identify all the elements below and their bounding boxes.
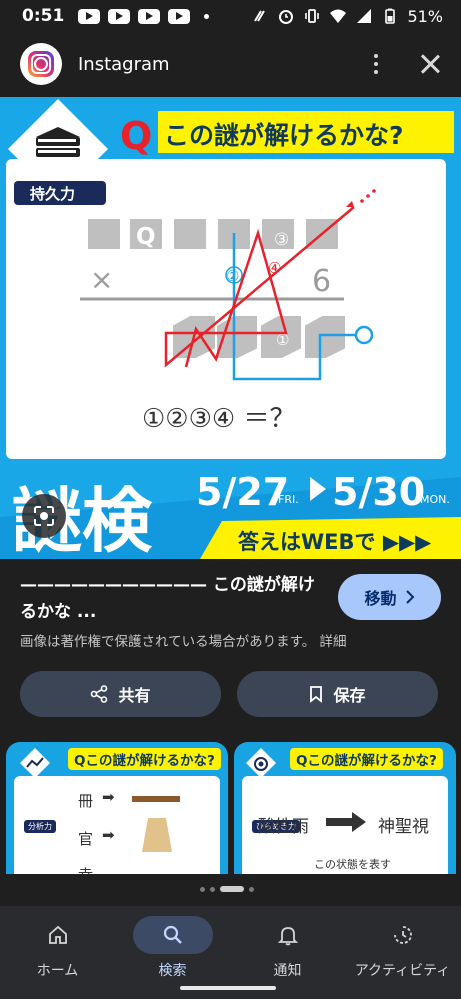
thumbnail-note: この状態を表す	[314, 858, 391, 871]
more-notifications-dot	[204, 13, 210, 19]
youtube-notification-icon	[108, 8, 131, 24]
nfc-icon	[254, 10, 266, 22]
bookmark-icon	[310, 686, 323, 703]
related-image-thumbnail[interactable]: Qこの謎が解けるかな? 分析力 冊 ➡ 官 ➡ 幸	[6, 742, 228, 874]
bell-icon	[277, 927, 298, 946]
ladder-icon	[132, 796, 180, 802]
main-image[interactable]: 持久力 Q この謎が解けるかな? Q ③ × 6 ② ④ ① ①②③④ ＝？ 謎…	[0, 97, 461, 559]
status-time: 0:51	[22, 6, 65, 26]
youtube-notification-icon	[78, 8, 101, 24]
arrow-right-icon	[326, 812, 366, 832]
nav-label-notifications: 通知	[273, 963, 302, 979]
chevron-right-icon	[405, 590, 414, 604]
thumbnail-headline: Qこの謎が解けるかな?	[68, 748, 221, 770]
copyright-notice[interactable]: 画像は著作権で保護されている場合があります。 詳細	[20, 630, 347, 650]
thumbnail-left-word: 酸性雨	[258, 817, 309, 837]
save-label: 保存	[333, 686, 366, 705]
thumbnail-right-word: 神聖視	[378, 817, 429, 837]
nav-item-home[interactable]: ホーム	[0, 916, 115, 980]
headline-q: Q	[120, 114, 152, 158]
battery-percent: 51%	[407, 6, 443, 26]
move-button-label: 移動	[364, 589, 397, 608]
equation: ①②③④ ＝？	[142, 404, 296, 434]
headline-text: この謎が解けるかな?	[164, 121, 404, 150]
app-title: Instagram	[78, 53, 170, 75]
date-start: 5/27	[196, 470, 289, 514]
pager-dot-active	[220, 886, 244, 892]
more-options-icon[interactable]	[371, 54, 381, 74]
figure-icon	[142, 818, 172, 852]
row-q: Q	[136, 224, 156, 250]
image-caption[interactable]: ——————————— この謎が解けるかな ...	[20, 572, 320, 626]
share-icon	[91, 685, 108, 703]
instagram-logo-icon	[20, 43, 62, 85]
system-icons: 51%	[251, 7, 443, 26]
thumbnail-headline: Qこの謎が解けるかな?	[290, 748, 443, 770]
thumbnail-row-2: 官	[78, 830, 94, 848]
nav-item-search[interactable]: 検索	[115, 916, 230, 980]
times-sign: ×	[90, 263, 113, 296]
close-icon[interactable]	[419, 53, 441, 75]
gesture-bar[interactable]	[180, 986, 276, 990]
puzzle-poster: 持久力 Q この謎が解けるかな? Q ③ × 6 ② ④ ① ①②③④ ＝？ 謎…	[0, 97, 461, 559]
vibrate-icon	[305, 9, 320, 23]
date-end: 5/30	[332, 470, 425, 514]
digit-six: 6	[312, 264, 331, 299]
signal-icon	[357, 9, 372, 23]
search-icon	[163, 925, 182, 944]
answer-banner: 答えはWEBで ▶▶▶	[238, 530, 432, 554]
lens-icon[interactable]	[22, 494, 66, 538]
move-button[interactable]: 移動	[338, 574, 441, 620]
chart-icon	[20, 748, 50, 778]
home-icon	[48, 925, 67, 944]
notification-icons	[78, 8, 210, 24]
save-button[interactable]: 保存	[237, 671, 438, 717]
arrow-icon: ➡	[102, 826, 115, 844]
share-label: 共有	[118, 686, 151, 705]
pager-dot	[210, 886, 215, 892]
nav-item-activity[interactable]: アクティビティ	[345, 916, 460, 980]
thumbnail-badge: 分析力	[24, 820, 56, 833]
pager-dot	[200, 886, 205, 892]
youtube-notification-icon	[138, 8, 161, 24]
nav-label-search: 検索	[158, 963, 187, 979]
day-start: FRI.	[278, 493, 299, 506]
app-header: Instagram	[0, 32, 461, 96]
eye-icon	[246, 748, 276, 778]
circled-three: ③	[274, 230, 289, 250]
day-end: MON.	[420, 493, 450, 506]
status-bar: 0:51 51%	[0, 0, 461, 32]
arrow-icon: ➡	[102, 788, 115, 806]
circled-two: ②	[226, 267, 239, 285]
thumbnail-row-1: 冊	[78, 792, 94, 810]
alarm-icon	[279, 10, 294, 24]
related-image-thumbnail[interactable]: Qこの謎が解けるかな? ひらめき力 酸性雨 神聖視 この状態を表す	[234, 742, 456, 874]
share-button[interactable]: 共有	[20, 671, 221, 717]
pager-dot	[249, 886, 254, 892]
youtube-notification-icon	[168, 8, 191, 24]
battery-icon	[385, 8, 396, 24]
nav-label-activity: アクティビティ	[354, 963, 451, 979]
thumbnail-row-3: 幸	[78, 864, 93, 874]
nav-label-home: ホーム	[36, 963, 79, 979]
badge-label: 持久力	[30, 185, 75, 203]
nav-item-notifications[interactable]: 通知	[230, 916, 345, 980]
activity-icon	[393, 926, 412, 944]
carousel-pager	[200, 886, 254, 892]
wifi-icon	[330, 9, 347, 23]
